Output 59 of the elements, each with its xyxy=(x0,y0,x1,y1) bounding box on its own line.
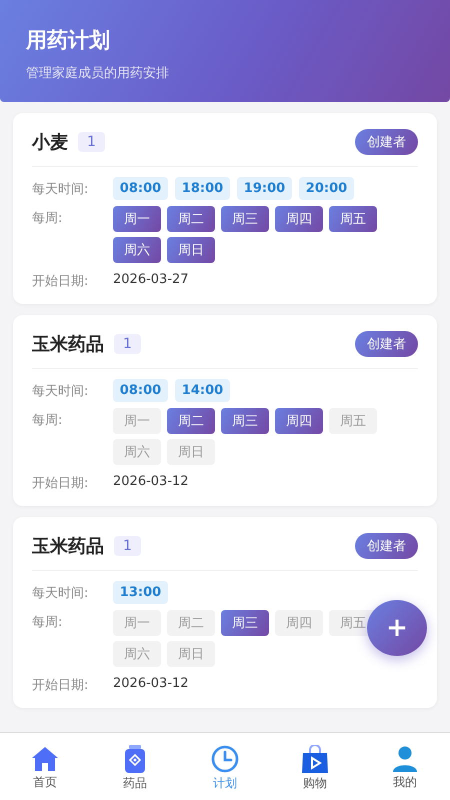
weekday-chip: 周二 xyxy=(167,610,215,636)
role-badge: 创建者 xyxy=(355,129,418,155)
weekday-chip: 周五 xyxy=(329,408,377,434)
weekday-chip: 周四 xyxy=(275,206,323,232)
time-chip: 14:00 xyxy=(175,379,230,402)
page-subtitle: 管理家庭成员的用药安排 xyxy=(26,65,170,82)
tab-item[interactable]: 购物 xyxy=(270,733,360,800)
weekday-chip: 周日 xyxy=(167,641,215,667)
weekday-chip: 周一 xyxy=(113,408,161,434)
weekday-chip: 周六 xyxy=(113,237,161,263)
field-label: 开始日期: xyxy=(32,677,90,694)
weekday-chip: 周五 xyxy=(329,206,377,232)
count-badge: 1 xyxy=(78,132,105,152)
role-badge: 创建者 xyxy=(355,331,418,357)
field-label: 开始日期: xyxy=(32,273,90,290)
time-chip: 19:00 xyxy=(237,177,292,200)
page-title: 用药计划 xyxy=(26,27,111,54)
start-date: 2026-03-27 xyxy=(113,271,189,287)
field-label: 每天时间: xyxy=(32,585,90,602)
weekday-chip: 周一 xyxy=(113,206,161,232)
member-name: 玉米药品 xyxy=(32,333,104,356)
weekday-chip: 周六 xyxy=(113,641,161,667)
shopping-bag-icon xyxy=(300,744,330,772)
field-label: 每天时间: xyxy=(32,383,90,400)
weekday-chip: 周三 xyxy=(221,610,269,636)
start-date: 2026-03-12 xyxy=(113,675,189,691)
count-badge: 1 xyxy=(114,334,141,354)
field-label: 开始日期: xyxy=(32,475,90,492)
member-name: 小麦 xyxy=(32,131,68,154)
time-chip: 08:00 xyxy=(113,177,168,200)
weekday-chip: 周四 xyxy=(275,610,323,636)
member-name: 玉米药品 xyxy=(32,535,104,558)
field-label: 每周: xyxy=(32,412,64,429)
role-badge: 创建者 xyxy=(355,533,418,559)
time-chip: 13:00 xyxy=(113,581,168,604)
tab-item[interactable]: 首页 xyxy=(0,733,90,800)
time-chip: 08:00 xyxy=(113,379,168,402)
start-date: 2026-03-12 xyxy=(113,473,189,489)
weekday-chip: 周二 xyxy=(167,206,215,232)
time-chip: 18:00 xyxy=(175,177,230,200)
weekday-chip: 周二 xyxy=(167,408,215,434)
field-label: 每周: xyxy=(32,614,64,631)
clock-icon xyxy=(211,744,239,772)
weekday-chip: 周四 xyxy=(275,408,323,434)
count-badge: 1 xyxy=(114,536,141,556)
weekday-chip: 周日 xyxy=(167,439,215,465)
home-icon xyxy=(31,746,59,772)
time-chip: 20:00 xyxy=(299,177,354,200)
field-label: 每周: xyxy=(32,210,64,227)
weekday-chip: 周三 xyxy=(221,206,269,232)
weekday-chip: 周日 xyxy=(167,237,215,263)
field-label: 每天时间: xyxy=(32,181,90,198)
weekday-chip: 周三 xyxy=(221,408,269,434)
weekday-chip: 周六 xyxy=(113,439,161,465)
tab-item[interactable]: 我的 xyxy=(360,733,450,800)
person-icon xyxy=(392,746,418,772)
tab-item[interactable]: 药品 xyxy=(90,733,180,800)
medicine-bottle-icon xyxy=(124,744,146,772)
weekday-chip: 周一 xyxy=(113,610,161,636)
